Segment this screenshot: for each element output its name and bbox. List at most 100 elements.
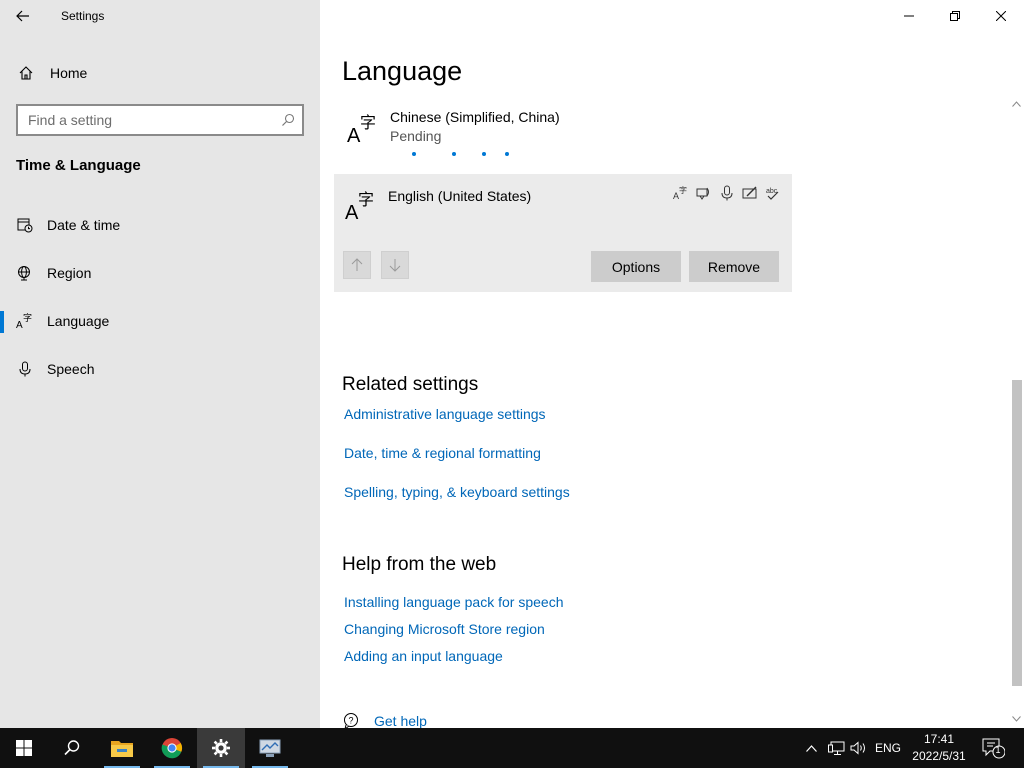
progress-dot <box>452 152 456 156</box>
link-date-time-regional-formatting[interactable]: Date, time & regional formatting <box>344 445 541 461</box>
volume-button[interactable] <box>848 728 870 768</box>
search-input[interactable] <box>28 112 274 128</box>
sidebar-item-language[interactable]: A字 Language <box>0 301 320 341</box>
display-language-icon: A字 <box>672 184 690 202</box>
taskbar: ENG 17:41 2022/5/31 1 <box>0 728 1024 768</box>
svg-text:字: 字 <box>358 190 374 209</box>
section-title: Time & Language <box>16 157 141 174</box>
clock[interactable]: 17:41 2022/5/31 <box>906 731 972 765</box>
search-icon[interactable] <box>274 113 302 127</box>
calendar-clock-icon <box>16 216 34 234</box>
page-title: Language <box>342 56 463 86</box>
file-explorer-icon <box>111 741 133 757</box>
restore-button[interactable] <box>932 0 978 32</box>
vertical-scrollbar[interactable] <box>1007 96 1024 728</box>
svg-text:A: A <box>347 125 361 145</box>
taskbar-chrome[interactable] <box>148 728 196 768</box>
scroll-up-icon[interactable] <box>1010 98 1022 110</box>
network-icon <box>827 741 844 755</box>
clock-date: 2022/5/31 <box>912 749 966 763</box>
arrow-up-icon <box>351 258 363 271</box>
svg-text:字: 字 <box>23 312 32 324</box>
start-button[interactable] <box>0 728 48 768</box>
close-button[interactable] <box>978 0 1024 32</box>
sidebar-item-label: Home <box>50 65 88 81</box>
language-features: A字 abc <box>672 184 782 202</box>
sidebar-item-label: Language <box>47 313 110 329</box>
sidebar: Settings Home Time & Language Date & tim… <box>0 0 320 728</box>
link-changing-store-region[interactable]: Changing Microsoft Store region <box>344 621 545 637</box>
taskbar-network-app[interactable] <box>246 728 294 768</box>
settings-icon <box>212 739 230 757</box>
language-item-chinese[interactable]: A字 Chinese (Simplified, China) Pending <box>342 105 792 165</box>
close-icon <box>996 11 1006 21</box>
window-controls <box>886 0 1024 32</box>
progress-dots <box>412 152 522 158</box>
speaker-icon <box>850 741 865 755</box>
globe-icon <box>16 264 34 282</box>
help-chat-icon: ? <box>344 713 358 728</box>
input-language-indicator[interactable]: ENG <box>872 728 904 768</box>
get-help-label: Get help <box>374 713 427 728</box>
show-hidden-icons-button[interactable] <box>800 728 822 768</box>
sidebar-item-label: Speech <box>47 361 95 377</box>
scroll-down-icon[interactable] <box>1010 713 1022 725</box>
move-up-button[interactable] <box>343 251 371 279</box>
taskbar-settings[interactable] <box>197 728 245 768</box>
spellcheck-icon: abc <box>764 184 782 202</box>
network-app-icon <box>259 739 281 757</box>
sidebar-item-home[interactable]: Home <box>0 56 320 90</box>
remove-button[interactable]: Remove <box>689 251 779 282</box>
text-to-speech-icon <box>695 184 713 202</box>
microphone-icon <box>16 360 34 378</box>
search-box[interactable] <box>16 104 304 136</box>
link-installing-language-pack[interactable]: Installing language pack for speech <box>344 594 563 610</box>
svg-text:字: 字 <box>679 185 687 195</box>
language-icon: A字 <box>344 188 378 224</box>
sidebar-item-date-time[interactable]: Date & time <box>0 205 320 245</box>
search-icon <box>64 740 80 756</box>
notification-count: 1 <box>995 745 1001 755</box>
svg-text:?: ? <box>349 716 354 726</box>
taskbar-file-explorer[interactable] <box>98 728 146 768</box>
language-name: Chinese (Simplified, China) <box>390 109 560 125</box>
title-bar: Settings <box>0 0 320 32</box>
language-icon: A字 <box>16 312 34 330</box>
link-administrative-language-settings[interactable]: Administrative language settings <box>344 406 546 422</box>
chrome-icon <box>161 738 183 759</box>
speech-recognition-icon <box>718 184 736 202</box>
restore-icon <box>950 11 960 21</box>
network-status-button[interactable] <box>824 728 848 768</box>
help-from-web-title: Help from the web <box>342 554 497 575</box>
taskbar-search-button[interactable] <box>48 728 96 768</box>
arrow-down-icon <box>389 259 401 272</box>
move-down-button[interactable] <box>381 251 409 279</box>
link-adding-input-language[interactable]: Adding an input language <box>344 648 503 664</box>
svg-text:A: A <box>16 320 23 330</box>
language-item-english[interactable]: A字 English (United States) A字 abc Option… <box>334 174 792 292</box>
sidebar-item-region[interactable]: Region <box>0 253 320 293</box>
progress-dot <box>505 152 509 156</box>
action-center-button[interactable]: 1 <box>978 728 1008 768</box>
home-icon <box>19 66 33 80</box>
sidebar-item-label: Region <box>47 265 92 281</box>
back-button[interactable] <box>0 0 46 32</box>
progress-dot <box>482 152 486 156</box>
scroll-thumb[interactable] <box>1012 380 1022 686</box>
sidebar-item-speech[interactable]: Speech <box>0 349 320 389</box>
progress-dot <box>412 152 416 156</box>
link-spelling-typing-keyboard-settings[interactable]: Spelling, typing, & keyboard settings <box>344 484 570 500</box>
handwriting-icon <box>741 184 759 202</box>
minimize-button[interactable] <box>886 0 932 32</box>
clock-time: 17:41 <box>923 732 955 746</box>
app-title: Settings <box>61 9 105 23</box>
sidebar-item-label: Date & time <box>47 217 121 233</box>
options-button[interactable]: Options <box>591 251 681 282</box>
start-icon <box>16 740 32 756</box>
get-help-link[interactable]: ? Get help <box>342 712 427 728</box>
language-icon: A字 <box>346 111 380 147</box>
language-status: Pending <box>390 128 442 144</box>
svg-text:字: 字 <box>360 113 376 132</box>
minimize-icon <box>904 15 914 17</box>
main-content: Language A字 Chinese (Simplified, China) … <box>320 0 1024 728</box>
